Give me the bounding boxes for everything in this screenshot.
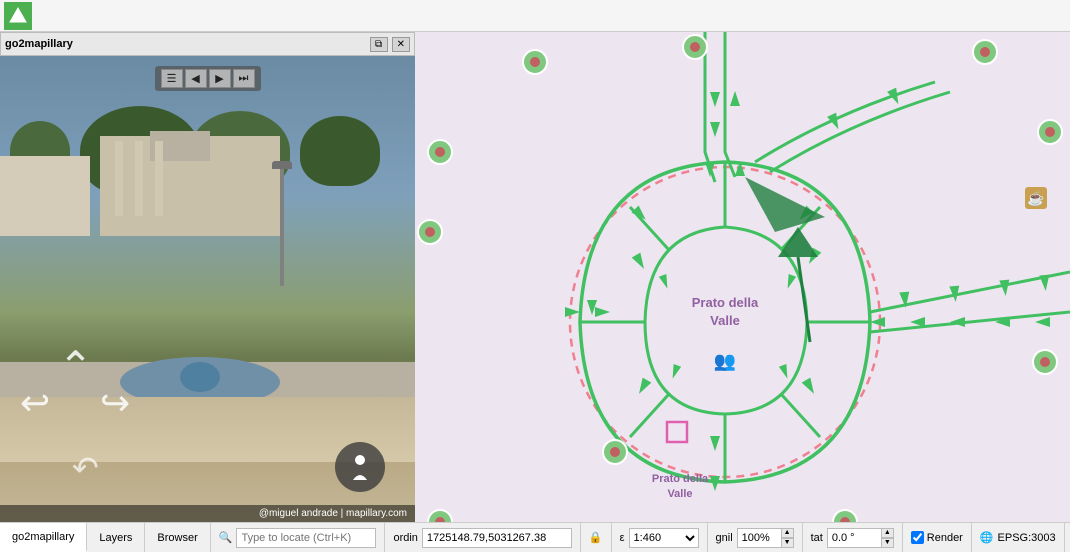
person-compass-icon[interactable] — [335, 442, 385, 492]
playback-controls: ☰ ◀ ▶ ⏭ — [155, 66, 261, 91]
zoom-section: gnil ▲ ▼ — [708, 523, 803, 552]
tab-go2mapillary[interactable]: go2mapillary — [0, 523, 87, 552]
playback-prev-button[interactable]: ◀ — [185, 69, 207, 88]
place-name-2a: Prato della — [652, 473, 709, 485]
people-icon: 👥 — [714, 351, 736, 371]
zoom-label: gnil — [716, 532, 733, 544]
lock-section[interactable]: 🔒 — [581, 523, 612, 552]
place-name-1b: Valle — [710, 313, 740, 328]
globe-icon: 🌐 — [980, 531, 994, 544]
search-input[interactable] — [236, 528, 376, 548]
sv-lamppost-head — [272, 161, 292, 169]
streetview-panel: go2mapillary ⧉ ✕ — [0, 32, 415, 522]
app-logo — [4, 2, 32, 30]
svg-text:☕: ☕ — [1027, 189, 1044, 207]
streetview-controls: ⧉ ✕ — [370, 37, 410, 52]
messages-section[interactable]: 💬 — [1065, 523, 1070, 552]
playback-play-button[interactable]: ▶ — [209, 69, 231, 88]
render-checkbox[interactable] — [911, 531, 924, 544]
main-content: go2mapillary ⧉ ✕ — [0, 32, 1070, 522]
rotation-up-button[interactable]: ▲ — [881, 528, 894, 538]
nav-arrow-left[interactable]: ↩ — [20, 382, 50, 424]
zoom-spinner: ▲ ▼ — [737, 528, 794, 548]
coordinates-label: ordin — [393, 532, 417, 544]
epsg-label: EPSG:3003 — [998, 532, 1056, 544]
rotation-section: tat ▲ ▼ — [803, 523, 903, 552]
sv-pillar-3 — [155, 141, 163, 216]
streetview-titlebar: go2mapillary ⧉ ✕ — [0, 32, 415, 56]
nav-arrow-down[interactable]: ↶ — [72, 449, 99, 487]
rotation-spin-buttons: ▲ ▼ — [881, 528, 894, 548]
sv-pillar-2 — [135, 141, 143, 216]
streetview-close-button[interactable]: ✕ — [392, 37, 410, 52]
status-bar: go2mapillary Layers Browser 🔍 ordin 🔒 ε … — [0, 522, 1070, 552]
playback-menu-button[interactable]: ☰ — [161, 69, 183, 88]
tab-browser[interactable]: Browser — [145, 523, 210, 552]
rotation-input[interactable] — [827, 528, 882, 548]
sv-pillar-1 — [115, 141, 123, 216]
nav-arrow-up[interactable]: ⌃ — [58, 342, 93, 391]
zoom-input[interactable] — [737, 528, 782, 548]
scale-label: ε — [620, 532, 625, 544]
render-label: Render — [927, 532, 963, 544]
streetview-title: go2mapillary — [5, 38, 73, 50]
lock-icon: 🔒 — [589, 531, 603, 544]
top-toolbar — [0, 0, 1070, 32]
streetview-caption: @miguel andrade | mapillary.com — [0, 505, 415, 522]
sv-tree-3 — [300, 116, 380, 186]
place-name-2b: Valle — [667, 488, 692, 500]
rotation-spinner: ▲ ▼ — [827, 528, 894, 548]
coordinates-section: ordin — [385, 523, 580, 552]
zoom-spin-buttons: ▲ ▼ — [781, 528, 794, 548]
rotation-label: tat — [811, 532, 823, 544]
streetview-restore-button[interactable]: ⧉ — [370, 37, 388, 52]
playback-next-button[interactable]: ⏭ — [233, 69, 255, 88]
map-svg: ☕ Prato della Valle 👥 Prato della Valle — [415, 32, 1070, 522]
sv-building-left — [0, 156, 90, 236]
zoom-up-button[interactable]: ▲ — [781, 528, 794, 538]
epsg-section[interactable]: 🌐 EPSG:3003 — [972, 523, 1065, 552]
tab-layers[interactable]: Layers — [87, 523, 145, 552]
zoom-down-button[interactable]: ▼ — [781, 538, 794, 548]
rotation-down-button[interactable]: ▼ — [881, 538, 894, 548]
scale-select[interactable]: 1:460 1:500 1:1000 1:5000 — [629, 528, 699, 548]
place-name-1a: Prato della — [692, 295, 759, 310]
sv-fountain-water — [180, 362, 220, 392]
search-icon: 🔍 — [219, 531, 233, 544]
search-section: 🔍 — [211, 523, 386, 552]
nav-arrow-right[interactable]: ↪ — [100, 382, 130, 424]
map-panel[interactable]: ☕ Prato della Valle 👥 Prato della Valle — [415, 32, 1070, 522]
sv-lamppost — [280, 166, 284, 286]
scale-section: ε 1:460 1:500 1:1000 1:5000 — [612, 523, 708, 552]
render-section: Render — [903, 523, 972, 552]
navigation-arrows: ⌃ ↩ ↪ — [20, 342, 150, 442]
coordinates-input[interactable] — [422, 528, 572, 548]
